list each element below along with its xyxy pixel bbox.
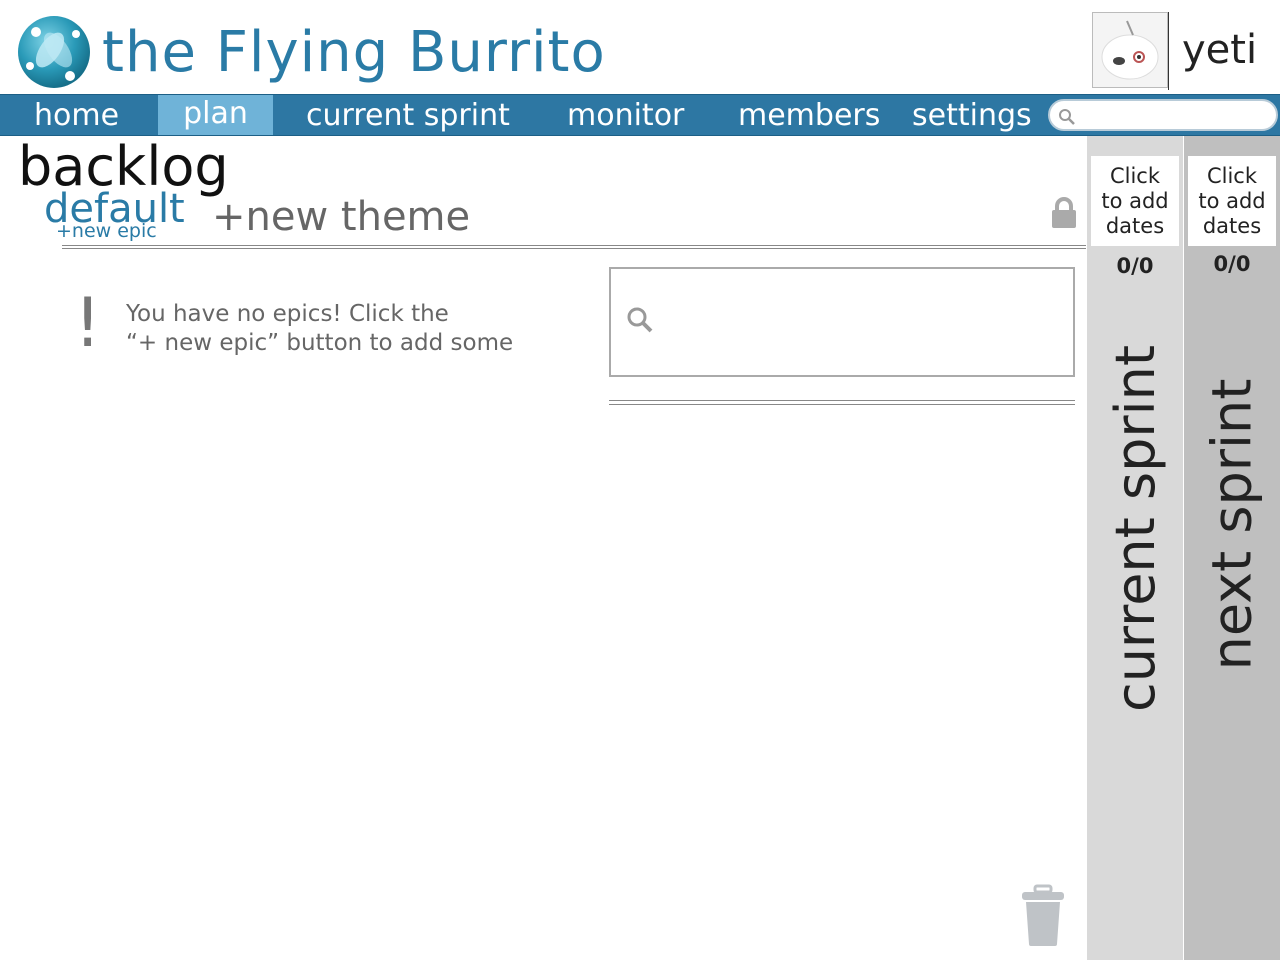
app-title: the Flying Burrito [102,20,606,85]
next-sprint-column[interactable]: Click to add dates 0/0 next sprint [1184,136,1280,960]
sprint-name: next sprint [1200,378,1264,670]
search-icon [1059,109,1075,125]
dates-label: to add [1101,189,1169,213]
new-epic-button[interactable]: +new epic [56,220,157,242]
search-icon [627,307,653,333]
add-dates-button[interactable]: Click to add dates [1188,156,1276,246]
sprint-points-count: 0/0 [1213,252,1251,276]
nav-item-members[interactable]: members [738,95,880,135]
new-theme-button[interactable]: +new theme [212,192,470,242]
dates-label: to add [1198,189,1266,213]
add-dates-button[interactable]: Click to add dates [1091,156,1179,246]
trash-icon[interactable] [1020,884,1066,948]
empty-state-icon: ! [74,284,102,363]
sprint-points-count: 0/0 [1116,254,1154,278]
dates-label: dates [1105,214,1165,238]
globe-logo-icon[interactable] [16,14,92,90]
dates-label: Click [1206,164,1258,188]
dates-label: dates [1202,214,1262,238]
empty-state-line: You have no epics! Click the [126,301,449,327]
nav-item-home[interactable]: home [34,95,119,135]
nav-search-input[interactable] [1048,99,1278,131]
empty-state-line: “+ new epic” button to add some [126,330,514,356]
theme-divider [62,245,1086,249]
nav-item-plan[interactable]: plan [158,95,273,135]
avatar-divider [1168,12,1169,90]
dates-label: Click [1109,164,1161,188]
nav-item-current-sprint[interactable]: current sprint [306,95,510,135]
nav-item-monitor[interactable]: monitor [567,95,684,135]
epic-search-input[interactable] [609,267,1075,377]
main-nav: home plan current sprint monitor members… [0,94,1280,136]
yeti-avatar-icon[interactable] [1092,12,1168,88]
username[interactable]: yeti [1182,24,1257,76]
app-header: the Flying Burrito yeti [0,0,1280,94]
sprint-name: current sprint [1103,344,1167,712]
nav-item-settings[interactable]: settings [912,95,1032,135]
current-sprint-column[interactable]: Click to add dates 0/0 current sprint [1087,136,1183,960]
search-divider [609,400,1075,405]
empty-state-message: You have no epics! Click the “+ new epic… [126,300,596,358]
lock-icon[interactable] [1050,196,1078,230]
